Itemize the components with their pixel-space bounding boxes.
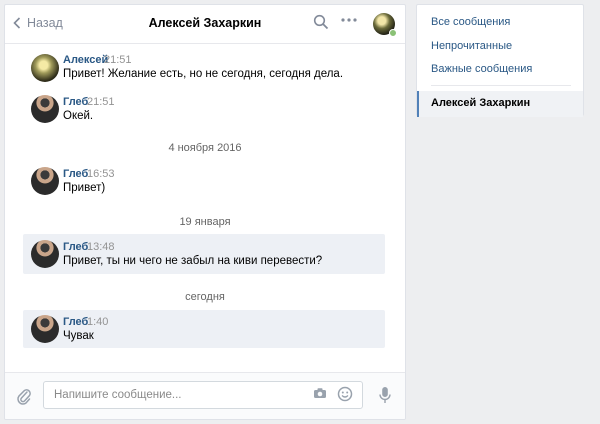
sidebar-active-label: Алексей Захаркин (431, 97, 531, 109)
message-time: 13:48 (87, 241, 115, 253)
avatar[interactable] (31, 167, 59, 195)
date-separator: 19 января (179, 216, 231, 228)
paperclip-icon[interactable] (17, 387, 31, 405)
sidebar-item-all[interactable]: Все сообщения (431, 16, 510, 28)
message-item: Глеб 16:53 Привет) (23, 163, 385, 197)
back-button[interactable]: Назад (13, 16, 63, 30)
message-item: Алексей 21:51 Привет! Желание есть, но н… (23, 49, 385, 85)
sidebar-item-unread[interactable]: Непрочитанные (431, 40, 512, 52)
message-text: Привет) (63, 182, 106, 194)
message-time: 21:51 (104, 54, 132, 66)
message-text: Чувак (63, 330, 94, 342)
date-separator: 4 ноября 2016 (168, 142, 242, 154)
message-text: Привет! Желание есть, но не сегодня, сег… (63, 68, 344, 80)
message-item: Глеб 13:48 Привет, ты ни чего не забыл н… (23, 234, 385, 274)
search-icon[interactable] (313, 14, 329, 30)
message-author[interactable]: Глеб (63, 241, 88, 253)
smile-icon[interactable] (337, 386, 353, 402)
message-author[interactable]: Глеб (63, 96, 88, 108)
camera-icon[interactable] (313, 387, 327, 399)
chat-panel: Назад Алексей Захаркин Алексей 21:51 При… (4, 4, 406, 420)
message-composer (5, 372, 405, 419)
message-text: Окей. (63, 110, 94, 122)
sidebar-divider (431, 85, 571, 86)
message-text: Привет, ты ни чего не забыл на киви пере… (63, 255, 323, 267)
message-item: Глеб 1:40 Чувак (23, 310, 385, 348)
microphone-icon[interactable] (379, 386, 391, 404)
message-item: Глеб 21:51 Окей. (23, 91, 385, 125)
message-author[interactable]: Алексей (63, 54, 108, 66)
sidebar-item-important[interactable]: Важные сообщения (431, 63, 532, 75)
date-separator: сегодня (185, 291, 225, 303)
message-author[interactable]: Глеб (63, 168, 88, 180)
avatar[interactable] (31, 54, 59, 82)
messages-sidebar: Все сообщения Непрочитанные Важные сообщ… (416, 4, 584, 117)
chevron-left-icon (13, 17, 21, 29)
chat-header: Назад Алексей Захаркин (5, 5, 405, 44)
more-icon[interactable] (341, 17, 357, 23)
message-author[interactable]: Глеб (63, 316, 88, 328)
message-time: 16:53 (87, 168, 115, 180)
back-label: Назад (27, 16, 63, 30)
sidebar-item-active-chat[interactable]: Алексей Захаркин (417, 91, 583, 117)
avatar[interactable] (31, 95, 59, 123)
avatar[interactable] (31, 240, 59, 268)
online-indicator (389, 29, 397, 37)
message-time: 1:40 (87, 316, 109, 328)
avatar[interactable] (31, 315, 59, 343)
message-time: 21:51 (87, 96, 115, 108)
